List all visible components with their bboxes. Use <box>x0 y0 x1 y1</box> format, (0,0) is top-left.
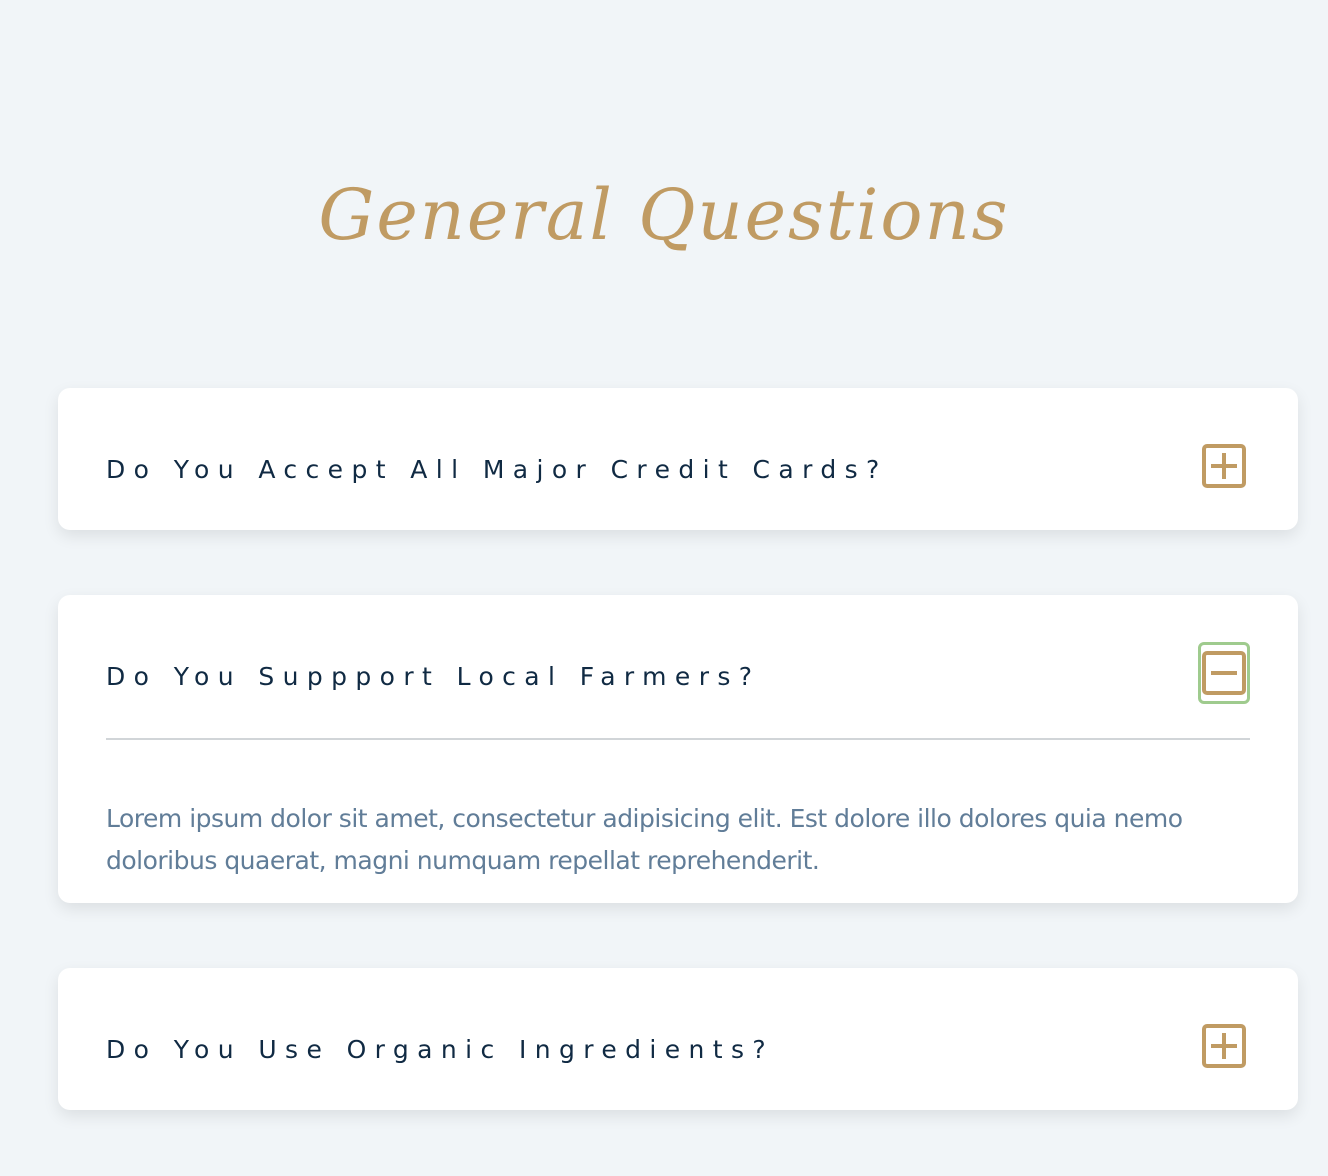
collapse-button[interactable] <box>1198 642 1250 704</box>
faq-item-expanded: Do You Suppport Local Farmers? Lorem ips… <box>58 595 1298 903</box>
expand-button[interactable] <box>1198 440 1250 492</box>
expand-button[interactable] <box>1198 1020 1250 1072</box>
faq-question: Do You Use Organic Ingredients? <box>106 1034 775 1064</box>
page-title: General Questions <box>318 174 1010 256</box>
minus-square-icon <box>1202 651 1246 695</box>
faq-item: Do You Accept All Major Credit Cards? <box>58 388 1298 530</box>
faq-question: Do You Accept All Major Credit Cards? <box>106 454 888 484</box>
faq-divider <box>106 738 1250 740</box>
faq-question: Do You Suppport Local Farmers? <box>106 661 761 691</box>
faq-answer: Lorem ipsum dolor sit amet, consectetur … <box>106 804 1183 875</box>
plus-square-icon <box>1202 1024 1246 1068</box>
faq-item: Do You Use Organic Ingredients? <box>58 968 1298 1110</box>
plus-square-icon <box>1202 444 1246 488</box>
